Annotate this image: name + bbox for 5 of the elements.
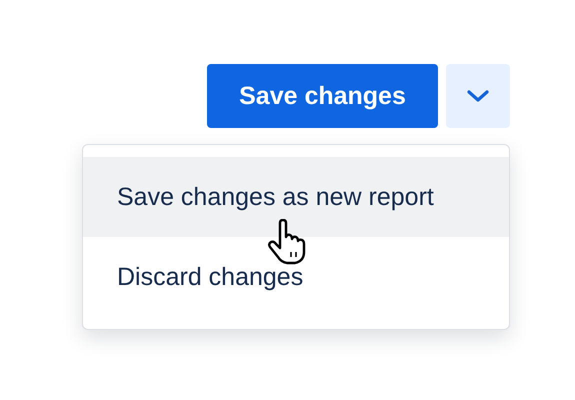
menu-item[interactable]: Save changes as new report <box>83 157 509 237</box>
save-changes-button[interactable]: Save changes <box>207 64 438 128</box>
dropdown-toggle-button[interactable] <box>446 64 510 128</box>
chevron-down-icon <box>466 89 490 103</box>
menu-item[interactable]: Discard changes <box>83 237 509 317</box>
